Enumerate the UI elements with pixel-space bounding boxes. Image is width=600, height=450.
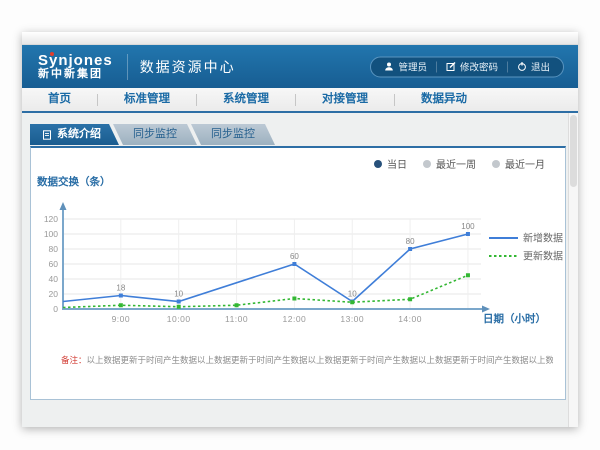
svg-text:10:00: 10:00 — [167, 314, 191, 324]
svg-text:120: 120 — [44, 214, 58, 224]
scrollbar-thumb[interactable] — [570, 115, 577, 187]
svg-text:数据交换（条）: 数据交换（条） — [36, 175, 111, 188]
brand-name: Synjones — [38, 53, 113, 69]
svg-text:12:00: 12:00 — [283, 314, 307, 324]
svg-text:18: 18 — [116, 284, 125, 293]
radio-unselected-icon — [492, 160, 500, 168]
tab-sync-monitor-2[interactable]: 同步监控 — [191, 124, 275, 145]
user-icon — [384, 62, 394, 72]
main-nav: 首页 标准管理 系统管理 对接管理 数据异动 — [22, 88, 578, 113]
svg-text:10: 10 — [348, 290, 357, 299]
x-axis-arrow-icon — [482, 306, 490, 313]
tab-sync-monitor-1[interactable]: 同步监控 — [113, 124, 197, 145]
radio-unselected-icon — [423, 160, 431, 168]
nav-item-data-change[interactable]: 数据异动 — [395, 88, 493, 111]
scrollbar[interactable] — [568, 113, 578, 427]
svg-text:80: 80 — [49, 244, 59, 254]
svg-text:14:00: 14:00 — [398, 314, 422, 324]
edit-icon — [446, 62, 456, 72]
svg-text:9:00: 9:00 — [112, 314, 131, 324]
tab-label: 系统介绍 — [57, 124, 101, 145]
change-password-label: 修改密码 — [460, 60, 498, 74]
svg-text:日期（小时）: 日期（小时） — [483, 312, 546, 325]
svg-text:100: 100 — [44, 229, 58, 239]
brand-logo[interactable]: Synjones 新中新集团 — [38, 53, 113, 80]
tab-label: 同步监控 — [211, 128, 255, 140]
screen: Synjones 新中新集团 数据资源中心 管理员 — [0, 0, 600, 450]
brand-name-cn: 新中新集团 — [38, 69, 113, 81]
logout-button[interactable]: 退出 — [508, 60, 559, 74]
radio-selected-icon — [374, 160, 382, 168]
svg-text:更新数据: 更新数据 — [523, 250, 563, 263]
logo-red-dot-icon — [50, 52, 54, 56]
current-user-label: 管理员 — [398, 60, 427, 74]
page-title: 数据资源中心 — [140, 57, 236, 77]
svg-text:80: 80 — [406, 237, 415, 246]
tab-label: 同步监控 — [133, 128, 177, 140]
svg-text:20: 20 — [49, 289, 59, 299]
nav-item-standard-mgmt[interactable]: 标准管理 — [98, 88, 196, 111]
svg-text:11:00: 11:00 — [225, 314, 248, 324]
radio-last-month[interactable]: 最近一月 — [492, 156, 545, 171]
change-password-button[interactable]: 修改密码 — [437, 60, 507, 74]
nav-item-home[interactable]: 首页 — [22, 88, 97, 111]
logout-label: 退出 — [531, 60, 550, 74]
radio-label: 最近一周 — [436, 156, 476, 171]
svg-text:10: 10 — [174, 290, 183, 299]
radio-today[interactable]: 当日 — [374, 156, 407, 171]
y-axis-arrow-icon — [60, 202, 67, 210]
svg-text:0: 0 — [53, 304, 58, 314]
footnote-prefix: 备注： — [61, 355, 87, 365]
document-icon — [42, 130, 52, 140]
svg-text:60: 60 — [290, 252, 299, 261]
svg-text:40: 40 — [49, 274, 59, 284]
svg-text:13:00: 13:00 — [340, 314, 364, 324]
radio-label: 当日 — [387, 156, 407, 171]
time-range-filter: 当日 最近一周 最近一月 — [374, 156, 545, 171]
app-header: Synjones 新中新集团 数据资源中心 管理员 — [22, 45, 578, 88]
nav-item-interface-mgmt[interactable]: 对接管理 — [296, 88, 394, 111]
chart-panel: 当日 最近一周 最近一月 0 20 40 60 80 100 120 9:00 10:00 11:… — [30, 146, 566, 400]
footnote-text: 以上数据更新于时间产生数据以上数据更新于时间产生数据以上数据更新于时间产生数据以… — [87, 355, 553, 365]
data-exchange-line-chart: 0 20 40 60 80 100 120 9:00 10:00 11:00 12:00 13:00 1… — [31, 172, 567, 338]
svg-text:100: 100 — [461, 222, 475, 231]
tab-system-intro[interactable]: 系统介绍 — [30, 124, 119, 145]
header-divider — [127, 54, 128, 80]
radio-last-week[interactable]: 最近一周 — [423, 156, 476, 171]
power-icon — [517, 62, 527, 72]
radio-label: 最近一月 — [505, 156, 545, 171]
app-window: Synjones 新中新集团 数据资源中心 管理员 — [22, 32, 578, 427]
footnote: 备注：以上数据更新于时间产生数据以上数据更新于时间产生数据以上数据更新于时间产生… — [61, 354, 553, 366]
nav-item-system-mgmt[interactable]: 系统管理 — [197, 88, 295, 111]
window-top-strip — [22, 32, 578, 45]
current-user-button[interactable]: 管理员 — [375, 60, 436, 74]
user-menu: 管理员 修改密码 退出 — [370, 56, 564, 77]
page-content: 系统介绍 同步监控 同步监控 当日 最近一周 — [22, 113, 578, 427]
svg-text:60: 60 — [49, 259, 59, 269]
tab-bar: 系统介绍 同步监控 同步监控 — [30, 124, 269, 145]
svg-text:新增数据: 新增数据 — [523, 232, 563, 245]
